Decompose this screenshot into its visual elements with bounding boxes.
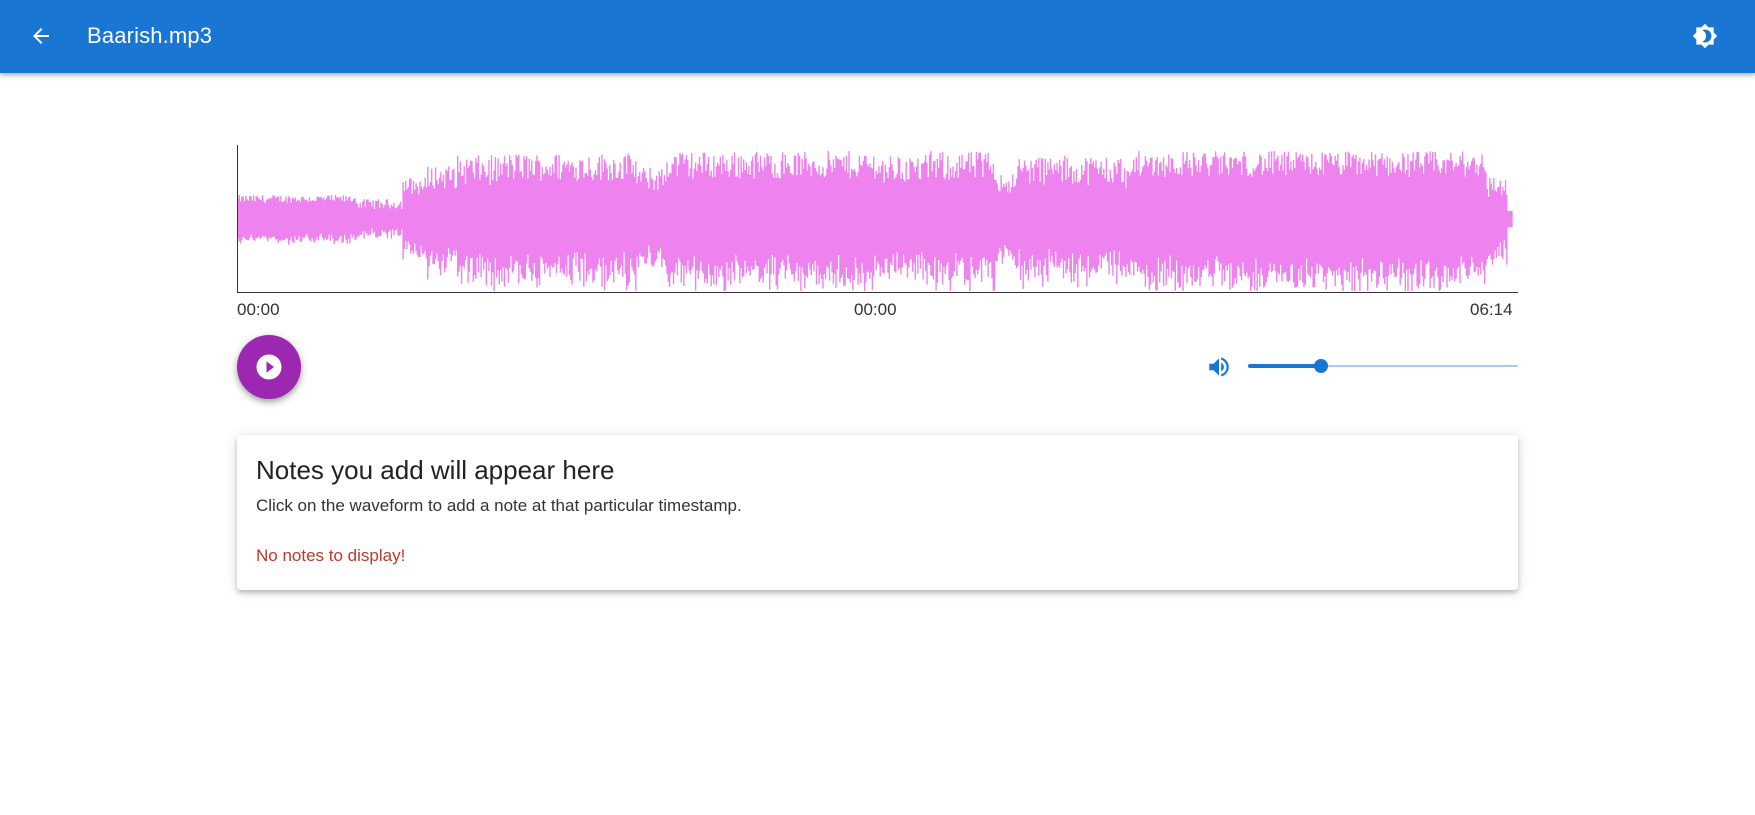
back-button[interactable]	[17, 12, 65, 60]
time-start-label: 00:00	[237, 300, 280, 319]
notes-instructions: Click on the waveform to add a note at t…	[256, 496, 742, 515]
volume-slider-thumb[interactable]	[1313, 359, 1328, 373]
waveform[interactable]	[237, 145, 1518, 293]
current-time-label: 00:00	[854, 300, 897, 319]
waveform-bars	[237, 151, 1513, 291]
notes-card: Notes you add will appear here Click on …	[237, 435, 1518, 590]
volume-up-icon	[1209, 357, 1229, 377]
arrow-back-icon	[33, 28, 49, 44]
volume-slider[interactable]	[1248, 356, 1518, 376]
volume-slider-track	[1248, 364, 1321, 368]
play-button[interactable]	[237, 335, 301, 399]
theme-toggle-button[interactable]	[1681, 12, 1729, 60]
app-bar: Baarish.mp3	[0, 0, 1755, 73]
play-icon	[256, 354, 282, 380]
waveform-core	[238, 211, 1510, 227]
notes-empty-message: No notes to display!	[256, 546, 406, 565]
duration-label: 06:14	[1470, 300, 1513, 319]
volume-button[interactable]	[1206, 354, 1232, 380]
notes-title: Notes you add will appear here	[256, 455, 615, 485]
page-title: Baarish.mp3	[87, 23, 213, 48]
brightness-toggle-icon	[1692, 23, 1718, 49]
